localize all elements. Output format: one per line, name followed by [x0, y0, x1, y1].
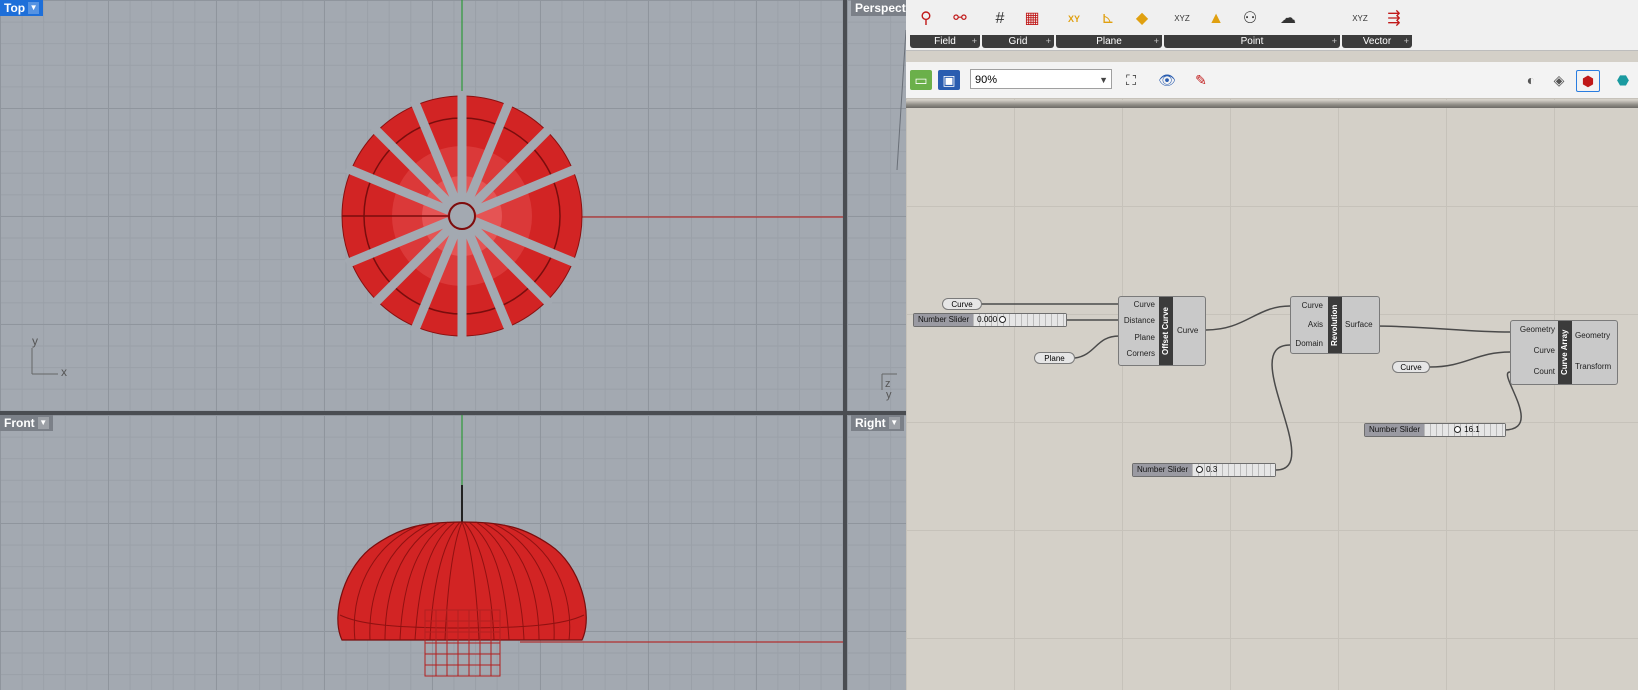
curve-param-2[interactable]: Curve: [1392, 361, 1430, 373]
grasshopper-editor: ⚲ ⚯ Field + # ▦ Grid + XY ⊾ ◆ Plane + XYZ ▲…: [906, 0, 1638, 690]
input-distance[interactable]: Distance: [1124, 316, 1155, 325]
input-corners[interactable]: Corners: [1127, 349, 1155, 358]
slider-handle[interactable]: [999, 316, 1007, 324]
axis-label-persp-y: y: [886, 389, 892, 401]
axis-label-y: y: [32, 334, 38, 348]
output-curve[interactable]: Curve: [1177, 326, 1198, 335]
slider-value: 0.000: [977, 315, 998, 324]
axis-label-x: x: [61, 365, 67, 379]
component-name: Revolution: [1328, 297, 1342, 353]
input-domain[interactable]: Domain: [1295, 339, 1323, 348]
revolution-component[interactable]: Curve Axis Domain Revolution Surface: [1290, 296, 1380, 354]
chevron-down-icon[interactable]: ▼: [888, 417, 900, 429]
input-curve[interactable]: Curve: [1534, 346, 1555, 355]
output-surface[interactable]: Surface: [1345, 320, 1373, 329]
viewport-top[interactable]: y x Top ▼: [0, 0, 843, 411]
component-name: Curve Array: [1558, 321, 1572, 384]
number-slider-domain[interactable]: Number Slider 0.3: [1132, 463, 1276, 477]
curve-param[interactable]: Curve: [942, 298, 982, 310]
viewport-top-label: Top: [4, 1, 26, 15]
number-slider-count[interactable]: Number Slider 16.1: [1364, 423, 1506, 437]
slider-handle[interactable]: [1196, 466, 1204, 474]
chevron-down-icon[interactable]: ▼: [28, 2, 40, 14]
top-geometry: [31, 0, 843, 375]
viewport-tab-right[interactable]: Right ▼: [851, 415, 904, 431]
chevron-down-icon[interactable]: ▼: [37, 417, 49, 429]
input-axis[interactable]: Axis: [1308, 320, 1323, 329]
input-curve[interactable]: Curve: [1134, 300, 1155, 309]
viewport-right[interactable]: Right ▼: [847, 415, 906, 690]
viewport-perspective-label: Perspecti: [855, 1, 906, 15]
output-transform[interactable]: Transform: [1575, 362, 1611, 371]
input-count[interactable]: Count: [1534, 367, 1555, 376]
number-slider-distance[interactable]: Number Slider 0.000: [913, 313, 1067, 327]
perspective-geometry: [881, 29, 906, 390]
output-geometry[interactable]: Geometry: [1575, 331, 1610, 340]
slider-label: Number Slider: [1133, 464, 1193, 476]
viewport-front-label: Front: [4, 416, 35, 430]
viewport-tab-front[interactable]: Front ▼: [0, 415, 53, 431]
viewport-right-label: Right: [855, 416, 886, 430]
slider-label: Number Slider: [914, 314, 974, 326]
viewport-tab-perspective[interactable]: Perspecti: [851, 0, 906, 16]
slider-value: 0.3: [1206, 465, 1218, 474]
viewport-splitter-vertical[interactable]: [843, 0, 847, 690]
viewport-splitter-horizontal[interactable]: [0, 411, 906, 415]
input-curve[interactable]: Curve: [1302, 301, 1323, 310]
slider-handle[interactable]: [1454, 426, 1462, 434]
slider-value: 16.1: [1464, 425, 1480, 434]
input-geometry[interactable]: Geometry: [1520, 325, 1555, 334]
input-plane[interactable]: Plane: [1135, 333, 1155, 342]
offset-curve-component[interactable]: Curve Distance Plane Corners Offset Curv…: [1118, 296, 1206, 366]
viewport-tab-top[interactable]: Top ▼: [0, 0, 44, 16]
viewport-front[interactable]: Front ▼: [0, 415, 843, 690]
front-geometry: [337, 415, 843, 677]
component-name: Offset Curve: [1159, 297, 1173, 365]
slider-label: Number Slider: [1365, 424, 1425, 436]
plane-param[interactable]: Plane: [1034, 352, 1075, 364]
viewport-perspective[interactable]: z y Perspecti: [847, 0, 906, 411]
curve-array-component[interactable]: Geometry Curve Count Curve Array Geometr…: [1510, 320, 1618, 385]
